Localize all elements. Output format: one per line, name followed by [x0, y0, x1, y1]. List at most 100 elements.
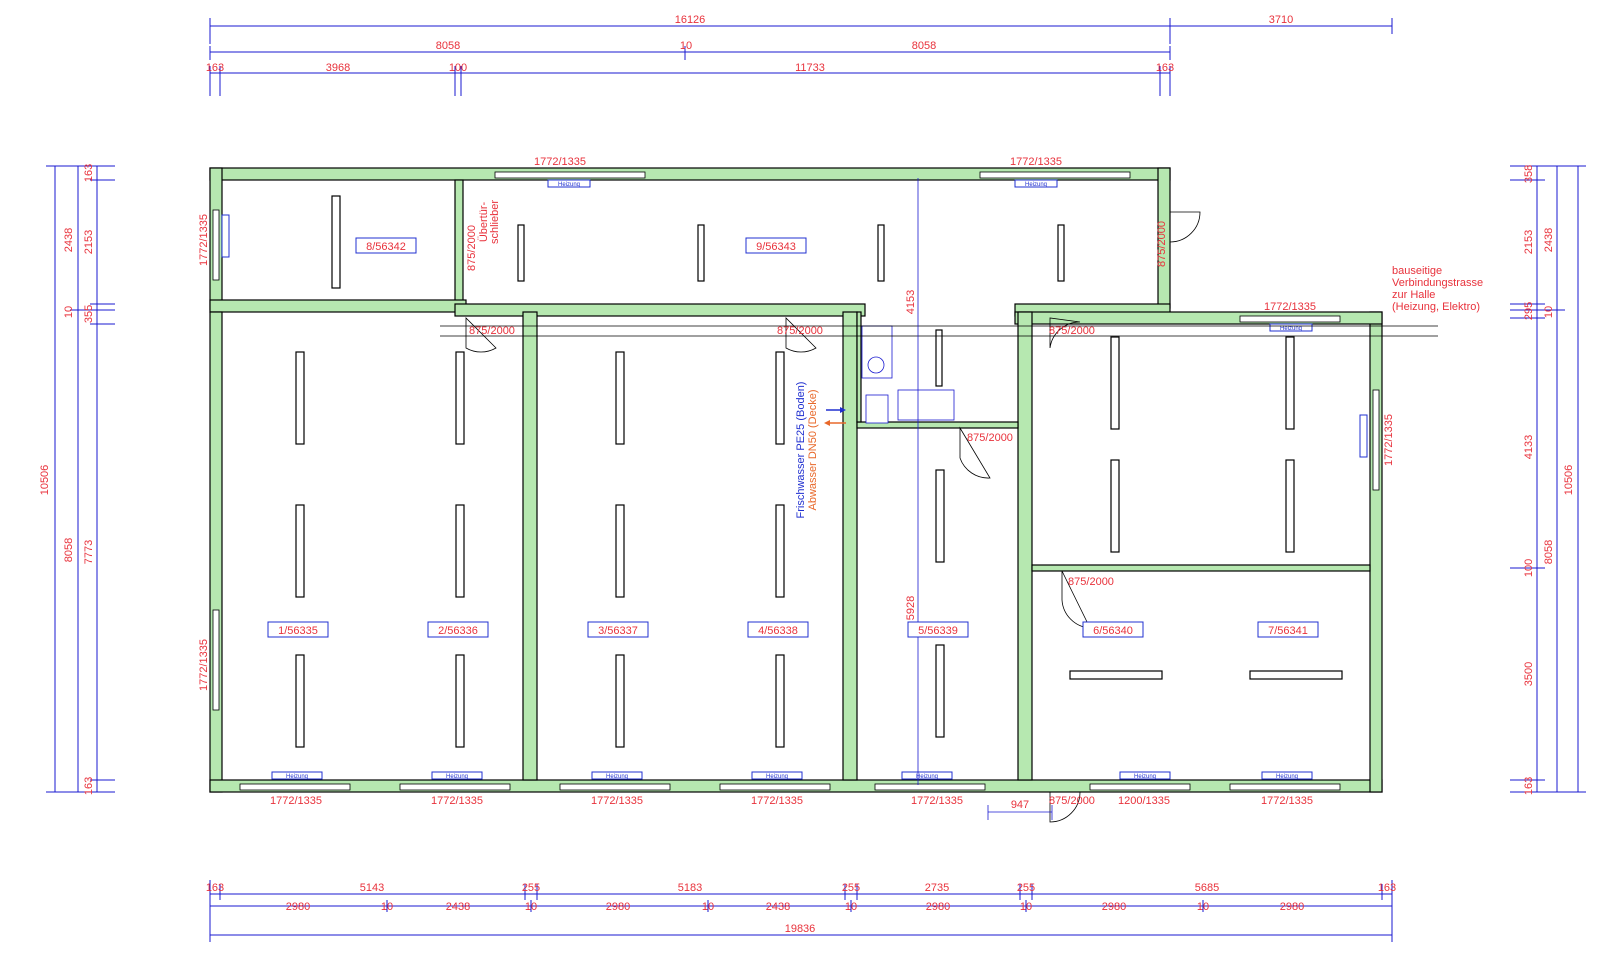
- door-label: 875/2000: [777, 325, 823, 337]
- dim-bottom-m9: 2980: [926, 901, 950, 913]
- dim-bottom-h: 5685: [1195, 882, 1219, 894]
- dim-left-bot-end: 163: [83, 777, 95, 795]
- note-site-3: zur Halle: [1392, 289, 1435, 301]
- window-label: 1772/1335: [751, 795, 803, 807]
- dim-bottom-i: 163: [1378, 882, 1396, 894]
- window-label: 1772/1335: [1264, 301, 1316, 313]
- top-dimensions: [209, 18, 1393, 96]
- dim-bottom-m1: 2980: [286, 901, 310, 913]
- note-ueberstroemer-2: schlieber: [489, 200, 501, 244]
- dim-bottom-m5: 2980: [606, 901, 630, 913]
- dim-top-right: 3710: [1269, 14, 1293, 26]
- dim-top-room8: 3968: [326, 62, 350, 74]
- dim-right-bot-end: 163: [1523, 777, 1535, 795]
- dim-left-top-end: 163: [83, 164, 95, 182]
- dim-left-lower: 8058: [63, 538, 75, 562]
- heater-label: Heizung: [558, 182, 580, 188]
- heater-label: Heizung: [606, 774, 628, 780]
- dim-right-total: 10506: [1563, 465, 1575, 496]
- window-label: 1772/1335: [270, 795, 322, 807]
- heater-label: Heizung: [286, 774, 308, 780]
- heater-label: Heizung: [1134, 774, 1156, 780]
- heater-label: Heizung: [446, 774, 468, 780]
- window-label: 1772/1335: [911, 795, 963, 807]
- dim-bottom-m12: 10: [1197, 901, 1209, 913]
- dim-inner-v2: 5928: [905, 596, 917, 620]
- room-label-9: 9/56343: [756, 241, 796, 253]
- room-label-5: 5/56339: [918, 625, 958, 637]
- dim-inner-947: 947: [1011, 799, 1029, 811]
- room-label-8: 8/56342: [366, 241, 406, 253]
- dim-top-half-right: 8058: [912, 40, 936, 52]
- dim-right-gap: 10: [1543, 306, 1555, 318]
- dim-left-mid: 355: [83, 305, 95, 323]
- dim-inner-v1: 4153: [905, 290, 917, 314]
- dim-top-end-left: 163: [206, 62, 224, 74]
- room-label-7: 7/56341: [1268, 625, 1308, 637]
- dim-right-b1: 4133: [1523, 435, 1535, 459]
- door-label: 875/2000: [1068, 576, 1114, 588]
- dim-bottom-m6: 10: [702, 901, 714, 913]
- dim-bottom-m4: 10: [525, 901, 537, 913]
- room-label-2: 2/56336: [438, 625, 478, 637]
- window-label: 1772/1335: [1261, 795, 1313, 807]
- dim-right-upper: 2438: [1543, 228, 1555, 252]
- window-label: 1772/1335: [591, 795, 643, 807]
- dim-bottom-b: 5143: [360, 882, 384, 894]
- dim-left-total: 10506: [39, 465, 51, 496]
- dim-bottom-e: 255: [842, 882, 860, 894]
- dim-bottom-m11: 2980: [1102, 901, 1126, 913]
- left-dimensions: [46, 165, 115, 793]
- dim-right-lower: 8058: [1543, 540, 1555, 564]
- dim-right-b2: 3500: [1523, 662, 1535, 686]
- note-site-1: bauseitige: [1392, 265, 1442, 277]
- sanitary-fixtures: [861, 325, 955, 424]
- note-site-4: (Heizung, Elektro): [1392, 301, 1480, 313]
- window-label: 1772/1335: [198, 214, 210, 266]
- dim-top-end-right: 163: [1156, 62, 1174, 74]
- dim-bottom-m3: 2438: [446, 901, 470, 913]
- dim-bottom-m2: 10: [381, 901, 393, 913]
- dim-right-mid2: 100: [1523, 559, 1535, 577]
- dim-left-l2: 7773: [83, 540, 95, 564]
- door-label: 875/2000: [469, 325, 515, 337]
- dim-bottom-d: 5183: [678, 882, 702, 894]
- heater-label: Heizung: [916, 774, 938, 780]
- dim-top-gap: 10: [680, 40, 692, 52]
- heater-label: Heizung: [1276, 774, 1298, 780]
- dim-top-wall: 100: [449, 62, 467, 74]
- dim-bottom-m7: 2438: [766, 901, 790, 913]
- window-label: 1772/1335: [198, 639, 210, 691]
- room-label-1: 1/56335: [278, 625, 318, 637]
- room-label-3: 3/56337: [598, 625, 638, 637]
- dim-left-gap: 10: [63, 306, 75, 318]
- dim-bottom-a: 163: [206, 882, 224, 894]
- door-label: 875/2000: [1049, 325, 1095, 337]
- dim-top-room9: 11733: [795, 62, 825, 74]
- dim-right-top-end: 358: [1523, 165, 1535, 183]
- window-label: 1772/1335: [1010, 156, 1062, 168]
- heater-label: Heizung: [766, 774, 788, 780]
- light-fixtures: [295, 195, 1343, 748]
- dim-bottom-total: 19836: [785, 923, 816, 935]
- door-label: 875/2000: [1156, 221, 1168, 267]
- door-label: 875/2000: [1049, 795, 1095, 807]
- dim-bottom-c: 255: [522, 882, 540, 894]
- floor-plan: 16126 3710 8058 10 8058 163 3968 100 117…: [39, 14, 1586, 942]
- service-lines: [440, 178, 1438, 820]
- dim-bottom-m13: 2980: [1280, 901, 1304, 913]
- dim-right-mid1: 295: [1523, 302, 1535, 320]
- window-label: 1772/1335: [1383, 414, 1395, 466]
- note-site-2: Verbindungstrasse: [1392, 277, 1483, 289]
- dim-bottom-f: 2735: [925, 882, 949, 894]
- dim-bottom-g: 255: [1017, 882, 1035, 894]
- heater-label: Heizung: [1280, 326, 1302, 332]
- dim-left-upper: 2438: [63, 228, 75, 252]
- fresh-water-label: Frischwasser PE25 (Boden): [795, 382, 807, 519]
- door-label: 875/2000: [967, 432, 1013, 444]
- door-label: 875/2000: [466, 225, 478, 271]
- dim-left-u2: 2153: [83, 230, 95, 254]
- window-label: 1200/1335: [1118, 795, 1170, 807]
- room-label-4: 4/56338: [758, 625, 798, 637]
- room-label-6: 6/56340: [1093, 625, 1133, 637]
